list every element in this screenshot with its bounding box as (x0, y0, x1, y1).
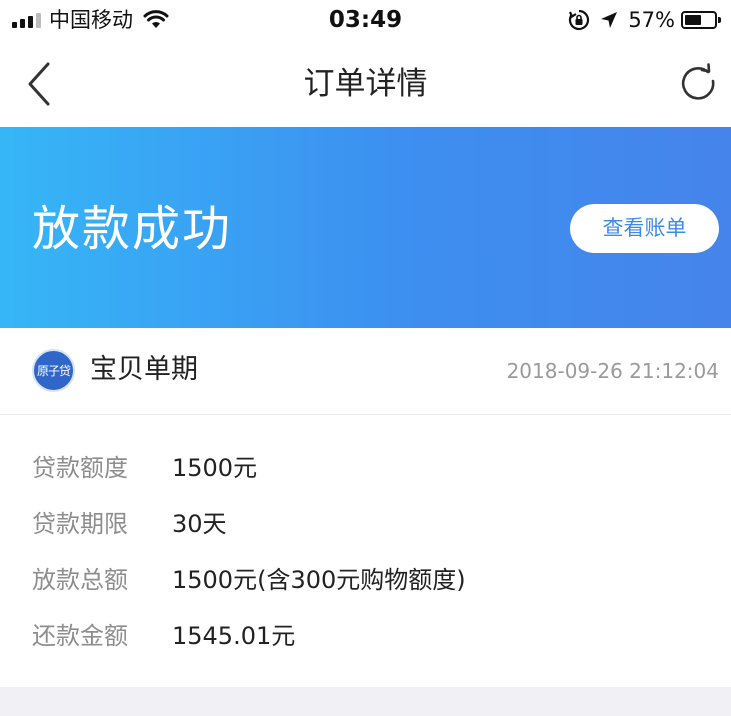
detail-row-loan-limit: 贷款额度 1500元 (32, 448, 257, 488)
status-right: 57% (568, 8, 721, 32)
location-arrow-icon (601, 12, 618, 28)
page-title: 订单详情 (303, 66, 428, 102)
refresh-button[interactable] (677, 62, 721, 106)
detail-label: 贷款额度 (32, 454, 128, 482)
bottom-spacer (0, 687, 731, 716)
orientation-lock-icon (569, 9, 590, 31)
loan-status-title: 放款成功 (32, 201, 233, 257)
detail-label: 还款金额 (32, 622, 128, 650)
detail-value: 30天 (172, 510, 227, 538)
product-name: 宝贝单期 (90, 354, 198, 385)
order-details: 贷款额度 1500元 贷款期限 30天 放款总额 1500元(含300元购物额度… (0, 415, 731, 687)
detail-row-disbursed-total: 放款总额 1500元(含300元购物额度) (32, 560, 466, 600)
product-header: 原子贷 宝贝单期 2018-09-26 21:12:04 (0, 328, 731, 415)
detail-label: 放款总额 (32, 566, 128, 594)
navigation-bar: 订单详情 (0, 40, 731, 127)
detail-value: 1500元(含300元购物额度) (172, 566, 466, 594)
view-bill-button[interactable]: 查看账单 (570, 204, 719, 253)
battery-icon (681, 11, 721, 29)
detail-value: 1500元 (172, 454, 258, 482)
refresh-icon (681, 63, 715, 100)
battery-level-fill (685, 15, 701, 25)
detail-value: 1545.01元 (172, 622, 296, 650)
order-timestamp: 2018-09-26 21:12:04 (506, 359, 719, 383)
detail-row-repayment-amount: 还款金额 1545.01元 (32, 616, 295, 656)
status-bar: 中国移动 03:49 57% (0, 0, 731, 40)
detail-label: 贷款期限 (32, 510, 128, 538)
product-logo: 原子贷 (32, 349, 75, 392)
status-banner: 放款成功 查看账单 (0, 127, 731, 328)
product-logo-text: 原子贷 (36, 363, 71, 378)
detail-row-loan-term: 贷款期限 30天 (32, 504, 227, 544)
battery-percent: 57% (628, 8, 675, 32)
